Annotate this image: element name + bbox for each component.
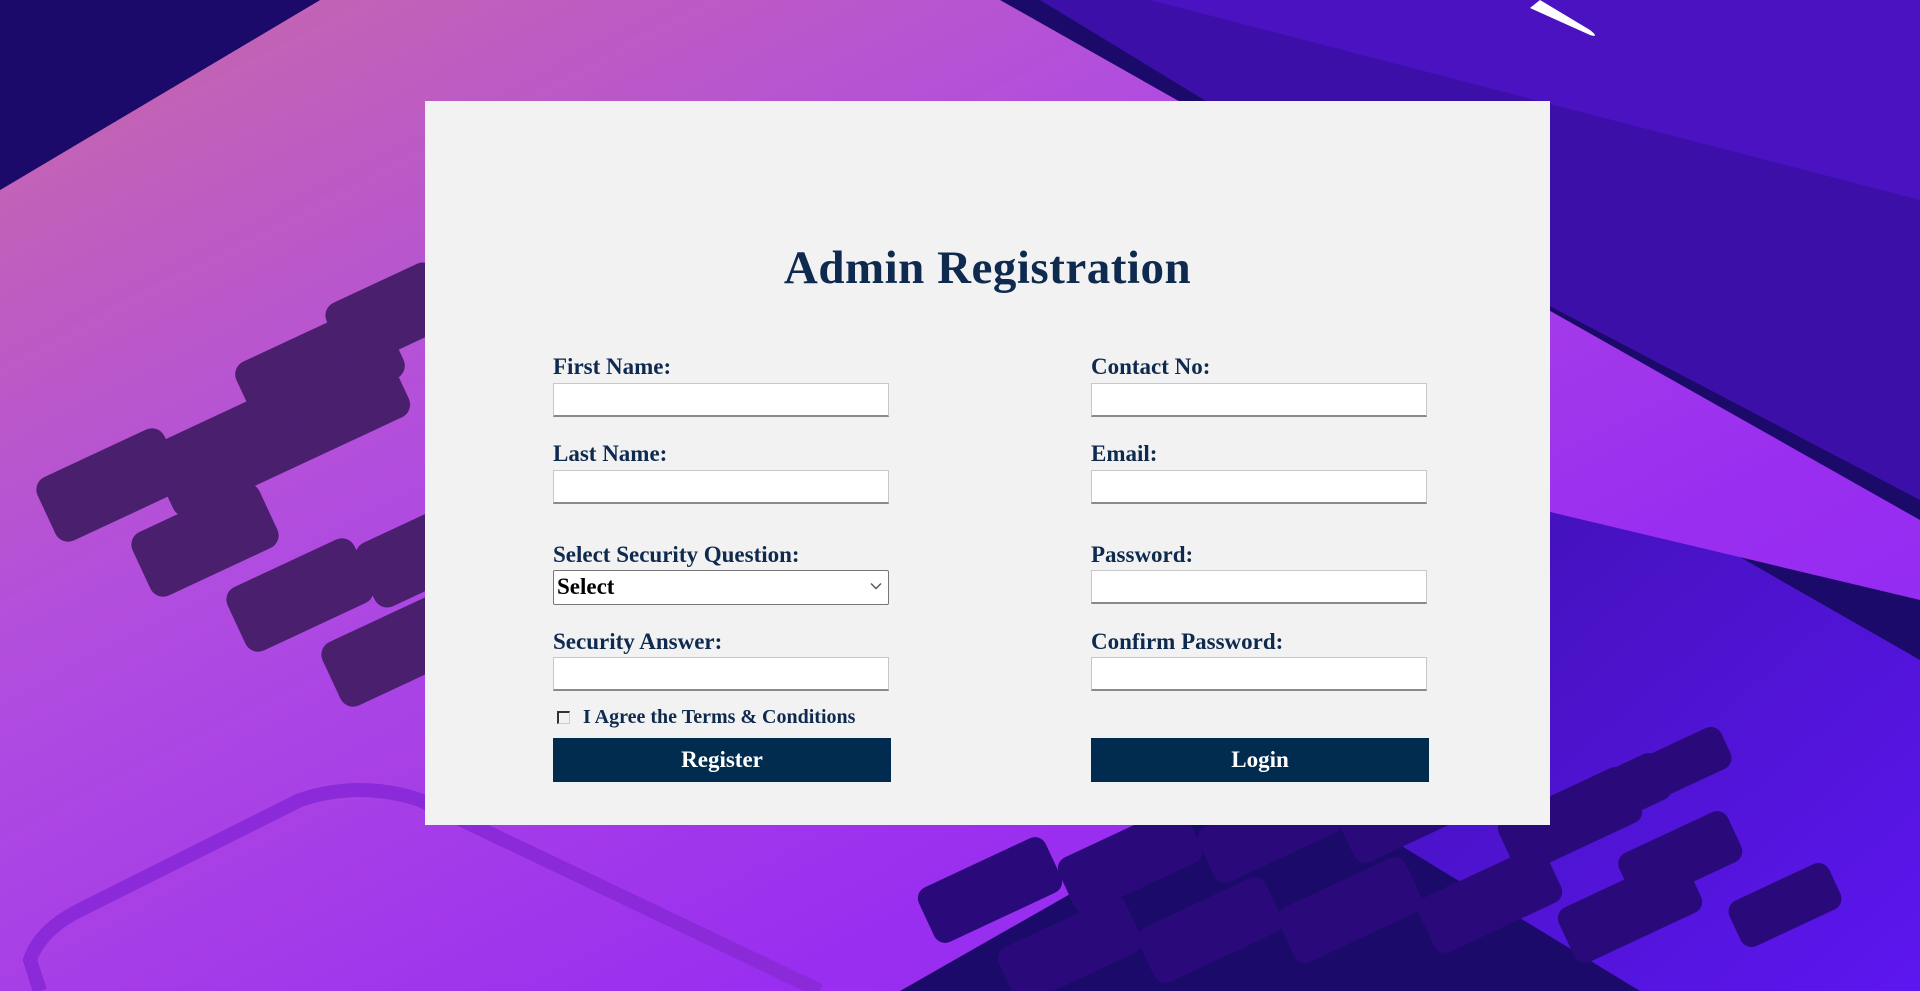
last-name-label: Last Name:: [553, 441, 668, 466]
security-question-selected-value: Select: [557, 574, 615, 599]
login-button[interactable]: Login: [1091, 738, 1429, 782]
password-label: Password:: [1091, 542, 1194, 567]
chevron-down-icon: [870, 583, 882, 590]
security-question-select[interactable]: Select: [553, 570, 889, 605]
confirm-password-input[interactable]: [1091, 657, 1427, 691]
password-input[interactable]: [1091, 570, 1427, 604]
confirm-password-label: Confirm Password:: [1091, 629, 1284, 654]
security-question-label: Select Security Question:: [553, 542, 800, 567]
security-answer-label: Security Answer:: [553, 629, 723, 654]
page-title: Admin Registration: [783, 242, 1192, 294]
security-answer-input[interactable]: [553, 657, 889, 691]
first-name-label: First Name:: [553, 354, 672, 379]
first-name-input[interactable]: [553, 383, 889, 417]
terms-checkbox-label: I Agree the Terms & Conditions: [583, 706, 856, 728]
registration-panel: Admin Registration First Name: Last Name…: [425, 101, 1550, 825]
contact-no-input[interactable]: [1091, 383, 1427, 417]
last-name-input[interactable]: [553, 470, 889, 504]
email-label: Email:: [1091, 441, 1158, 466]
register-button[interactable]: Register: [553, 738, 891, 782]
email-input[interactable]: [1091, 470, 1427, 504]
terms-checkbox[interactable]: [557, 711, 570, 724]
contact-no-label: Contact No:: [1091, 354, 1211, 379]
